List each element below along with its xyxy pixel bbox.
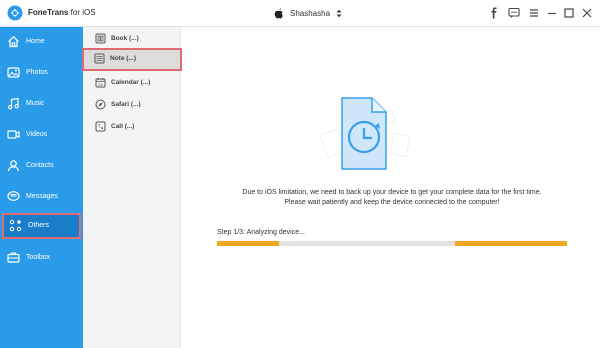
sidebar-item-label: Home bbox=[26, 38, 45, 45]
apple-icon bbox=[274, 8, 283, 19]
minimize-icon[interactable] bbox=[546, 7, 558, 19]
menu-icon[interactable] bbox=[528, 7, 540, 19]
sidebar-item-label: Toolbox bbox=[26, 254, 51, 261]
step-status: Step 1/3: Analyzing device... bbox=[217, 229, 305, 236]
sidebar-item-contacts[interactable]: Contacts bbox=[0, 153, 83, 179]
book-icon bbox=[95, 33, 106, 44]
sidebar-item-messages[interactable]: Messages bbox=[0, 184, 83, 210]
toolbox-icon bbox=[7, 252, 20, 263]
safari-icon bbox=[95, 99, 106, 110]
subcategory-panel: Book (...) Note (...) 29 Calendar (...) … bbox=[82, 27, 182, 348]
close-icon[interactable] bbox=[581, 7, 593, 19]
subcategory-item-book[interactable]: Book (...) bbox=[83, 28, 181, 50]
facebook-icon[interactable] bbox=[488, 7, 500, 19]
svg-text:29: 29 bbox=[98, 82, 103, 87]
sidebar-item-photos[interactable]: Photos bbox=[0, 60, 83, 86]
video-icon bbox=[7, 130, 20, 139]
sidebar-item-label: Photos bbox=[26, 69, 48, 76]
app-title-brand: FoneTrans bbox=[28, 8, 69, 17]
maximize-icon[interactable] bbox=[563, 7, 575, 19]
sidebar-item-music[interactable]: Music bbox=[0, 91, 83, 117]
backup-message-line2: Please wait patiently and keep the devic… bbox=[284, 199, 500, 206]
device-selector[interactable]: Shashasha bbox=[274, 6, 342, 20]
calendar-icon: 29 bbox=[95, 78, 106, 88]
main-sidebar: Home Photos Music Videos Contacts Messag… bbox=[0, 27, 83, 348]
subcategory-label: Calendar (...) bbox=[111, 79, 151, 86]
subcategory-item-calendar[interactable]: 29 Calendar (...) bbox=[83, 72, 181, 94]
call-icon bbox=[95, 121, 106, 132]
progress-bar bbox=[217, 241, 567, 246]
music-icon bbox=[8, 97, 19, 110]
app-title-suffix: for iOS bbox=[68, 8, 96, 17]
main-content: Due to iOS limitation, we need to back u… bbox=[182, 27, 600, 348]
sidebar-item-label: Others bbox=[28, 222, 50, 229]
backup-message-line1: Due to iOS limitation, we need to back u… bbox=[242, 189, 542, 196]
subcategory-item-safari[interactable]: Safari (...) bbox=[83, 94, 181, 116]
progress-segment bbox=[217, 241, 279, 246]
progress-segment bbox=[455, 241, 567, 246]
subcategory-item-call[interactable]: Call (...) bbox=[83, 116, 181, 138]
others-icon bbox=[9, 219, 22, 232]
subcategory-item-note[interactable]: Note (...) bbox=[82, 48, 182, 71]
sidebar-item-home[interactable]: Home bbox=[0, 29, 83, 55]
subcategory-label: Safari (...) bbox=[111, 101, 141, 108]
sidebar-item-videos[interactable]: Videos bbox=[0, 122, 83, 148]
title-bar: FoneTrans for iOS Shashasha bbox=[0, 0, 600, 27]
subcategory-label: Book (...) bbox=[111, 35, 139, 42]
sidebar-item-label: Contacts bbox=[26, 162, 54, 169]
photo-icon bbox=[7, 67, 20, 78]
subcategory-label: Call (...) bbox=[111, 123, 135, 130]
feedback-icon[interactable] bbox=[508, 7, 520, 19]
sidebar-item-label: Messages bbox=[26, 193, 58, 200]
messages-icon bbox=[7, 191, 20, 201]
home-icon bbox=[8, 35, 19, 48]
chevron-updown-icon bbox=[336, 9, 342, 17]
app-title: FoneTrans for iOS bbox=[28, 8, 96, 17]
subcategory-label: Note (...) bbox=[110, 55, 136, 62]
sidebar-item-label: Videos bbox=[26, 131, 48, 138]
note-icon bbox=[94, 53, 105, 64]
backup-message: Due to iOS limitation, we need to back u… bbox=[202, 188, 582, 208]
contacts-icon bbox=[7, 160, 20, 172]
sidebar-item-toolbox[interactable]: Toolbox bbox=[0, 245, 83, 271]
device-name: Shashasha bbox=[290, 8, 331, 18]
app-logo-icon bbox=[7, 5, 23, 21]
sidebar-item-others[interactable]: Others bbox=[2, 213, 81, 239]
sidebar-item-label: Music bbox=[26, 100, 45, 107]
backup-document-illustration bbox=[319, 97, 411, 170]
